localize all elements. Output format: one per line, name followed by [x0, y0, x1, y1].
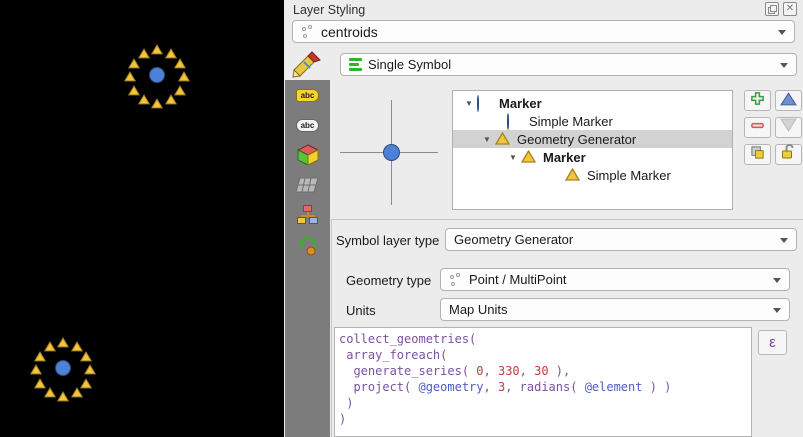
- code-line: project( @geometry, 3, radians( @element…: [339, 379, 747, 395]
- marker-circle-icon: [507, 114, 522, 128]
- symbol-layer-type-label: Symbol layer type: [336, 233, 439, 248]
- code-line: ): [339, 411, 747, 427]
- generated-triangle-marker: [71, 385, 83, 403]
- paintbrush-icon: [292, 50, 322, 78]
- close-panel-icon[interactable]: ✕: [783, 2, 797, 16]
- tab-diagrams[interactable]: [285, 200, 330, 230]
- generated-triangle-marker: [151, 96, 163, 114]
- callout-cloud-icon: abc: [296, 119, 320, 132]
- layer-styling-panel: Layer Styling ✕ centroids Single Symbol: [284, 0, 803, 437]
- styling-tabstrip: abc abc: [285, 80, 330, 437]
- chevron-down-icon: [773, 278, 781, 283]
- units-value: Map Units: [449, 302, 508, 317]
- renderer-dropdown[interactable]: Single Symbol: [340, 53, 797, 76]
- marker-triangle-icon: [565, 168, 580, 182]
- expression-builder-button[interactable]: ε: [758, 330, 787, 355]
- chevron-down-icon: [780, 63, 788, 68]
- marker-triangle-icon: [495, 132, 510, 146]
- symbol-preview-marker: [383, 144, 400, 161]
- tree-row-label: Simple Marker: [529, 114, 613, 129]
- tree-row-label: Simple Marker: [587, 168, 671, 183]
- tree-row-simple-marker[interactable]: Simple Marker: [453, 112, 732, 130]
- marker-triangle-icon: [521, 150, 536, 164]
- generated-triangle-marker: [165, 92, 177, 110]
- generated-triangle-marker: [151, 42, 163, 60]
- tree-row-geometry-generator[interactable]: ▼ Geometry Generator: [453, 130, 732, 148]
- map-canvas[interactable]: [0, 0, 284, 437]
- tab-history[interactable]: [285, 230, 330, 260]
- diagram-icon: [297, 204, 319, 226]
- minus-icon: [749, 118, 766, 138]
- generated-triangle-marker: [57, 335, 69, 353]
- add-symbol-layer-button[interactable]: [744, 90, 771, 111]
- tree-row-label: Marker: [499, 96, 542, 111]
- chevron-down-icon: [780, 238, 788, 243]
- epsilon-icon: ε: [769, 334, 776, 351]
- marker-circle-icon: [477, 96, 492, 110]
- geometry-type-dropdown[interactable]: Point / MultiPoint: [440, 268, 790, 291]
- symbol-layer-type-dropdown[interactable]: Geometry Generator: [445, 228, 797, 251]
- layer-selector-dropdown[interactable]: centroids: [292, 20, 795, 43]
- generated-triangle-marker: [44, 339, 56, 357]
- unlock-icon: [780, 144, 797, 165]
- mask-icon: [296, 176, 320, 194]
- symbology-tab[interactable]: [292, 50, 324, 78]
- code-line: collect_geometries(: [339, 331, 747, 347]
- undock-panel-icon[interactable]: [765, 2, 779, 16]
- point-layer-icon: [301, 25, 315, 39]
- plus-icon: [749, 91, 766, 111]
- tab-callouts[interactable]: abc: [285, 110, 330, 140]
- geometry-expression-editor[interactable]: collect_geometries( array_foreach( gener…: [334, 327, 752, 437]
- history-icon: [297, 234, 319, 256]
- tree-row-simple-marker[interactable]: Simple Marker: [453, 166, 732, 184]
- tab-masks[interactable]: [285, 170, 330, 200]
- tab-labels[interactable]: abc: [285, 80, 330, 110]
- divider: [331, 219, 332, 437]
- chevron-down-icon: [778, 30, 786, 35]
- remove-symbol-layer-button[interactable]: [744, 117, 771, 138]
- arrow-down-icon: [780, 118, 797, 138]
- geometry-type-label: Geometry type: [346, 273, 431, 288]
- code-line: ): [339, 395, 747, 411]
- qgis-window: Layer Styling ✕ centroids Single Symbol: [0, 0, 803, 437]
- caret-down-icon[interactable]: ▼: [505, 153, 521, 162]
- symbol-layer-tree: ▼MarkerSimple Marker▼Geometry Generator▼…: [452, 90, 733, 210]
- tab-3d-view[interactable]: [285, 140, 330, 170]
- code-line: generate_series( 0, 330, 30 ),: [339, 363, 747, 379]
- cube-3d-icon: [297, 144, 319, 166]
- units-label: Units: [346, 303, 376, 318]
- chevron-down-icon: [773, 308, 781, 313]
- caret-down-icon[interactable]: ▼: [461, 99, 477, 108]
- panel-title: Layer Styling: [293, 3, 365, 17]
- duplicate-symbol-layer-button[interactable]: [744, 144, 771, 165]
- layer-selector-value: centroids: [321, 24, 378, 40]
- units-dropdown[interactable]: Map Units: [440, 298, 790, 321]
- caret-down-icon[interactable]: ▼: [479, 135, 495, 144]
- centroid-point-feature: [55, 360, 71, 376]
- arrow-up-icon: [780, 91, 797, 111]
- symbol-layer-type-value: Geometry Generator: [454, 232, 573, 247]
- geometry-type-value: Point / MultiPoint: [469, 272, 567, 287]
- divider: [331, 219, 803, 220]
- label-tag-icon: abc: [296, 89, 320, 102]
- tree-row-label: Geometry Generator: [517, 132, 636, 147]
- point-geometry-icon: [449, 273, 463, 287]
- single-symbol-icon: [349, 58, 362, 71]
- move-layer-down-button: [775, 117, 802, 138]
- generated-triangle-marker: [57, 389, 69, 407]
- code-line: array_foreach(: [339, 347, 747, 363]
- tree-row-marker[interactable]: ▼ Marker: [453, 94, 732, 112]
- centroid-point-feature: [149, 67, 165, 83]
- move-layer-up-button[interactable]: [775, 90, 802, 111]
- renderer-value: Single Symbol: [368, 57, 451, 72]
- tree-row-label: Marker: [543, 150, 586, 165]
- lock-color-button[interactable]: [775, 144, 802, 165]
- panel-titlebar: Layer Styling ✕: [284, 0, 803, 19]
- generated-triangle-marker: [138, 46, 150, 64]
- duplicate-icon: [749, 145, 766, 165]
- tree-row-marker[interactable]: ▼ Marker: [453, 148, 732, 166]
